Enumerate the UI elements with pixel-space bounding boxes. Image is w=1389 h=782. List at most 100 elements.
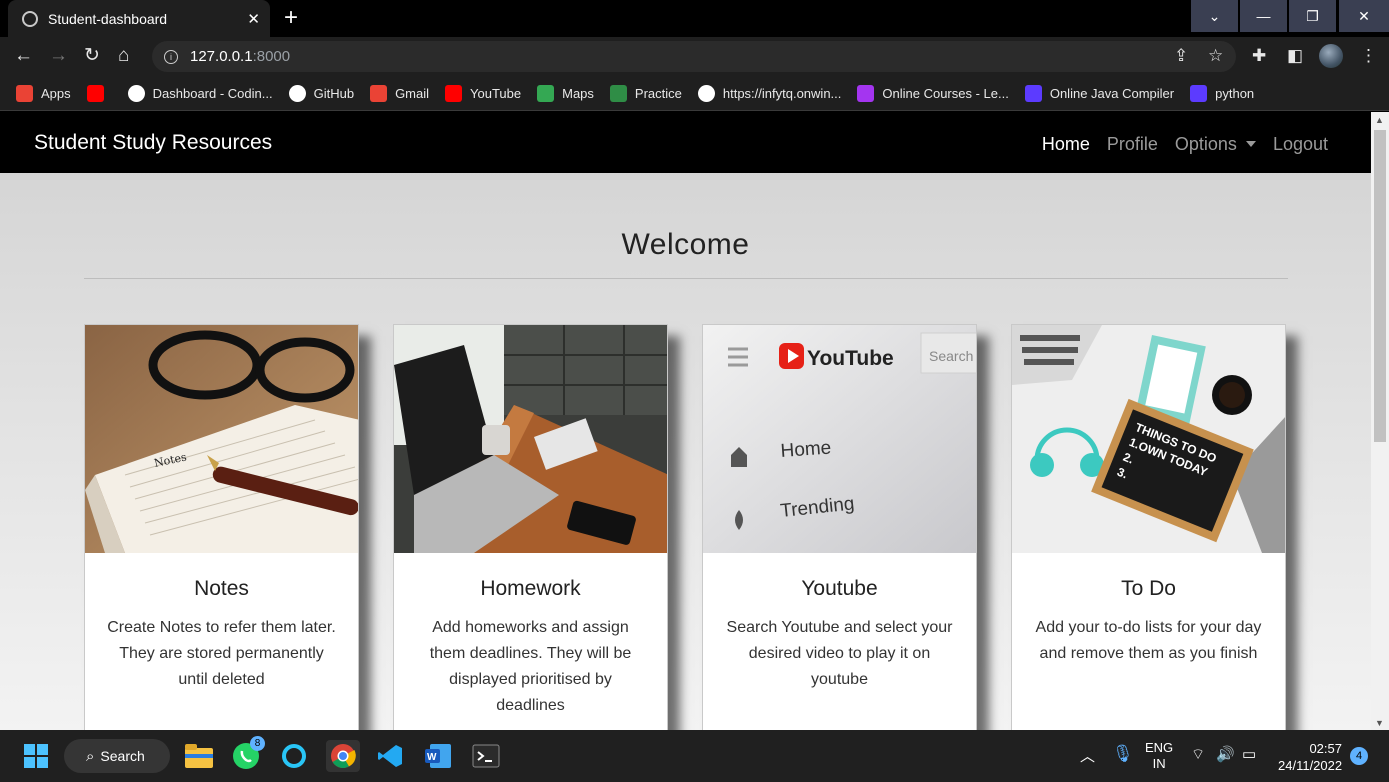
reload-icon[interactable]: ↻ (84, 45, 100, 67)
whatsapp-badge: 8 (250, 736, 265, 751)
bookmark-label: Online Courses - Le... (882, 85, 1009, 101)
bookmark-label: python (1215, 85, 1255, 101)
site-info-icon[interactable]: i (164, 49, 178, 64)
clock[interactable]: 02:57 24/11/2022 (1278, 740, 1342, 774)
language-indicator[interactable]: ENG IN (1145, 740, 1173, 772)
page-scrollbar[interactable]: ▲ ▼ (1371, 112, 1389, 730)
bookmark-item[interactable]: GitHub (288, 84, 354, 102)
card-todo[interactable]: THINGS TO DO 1.OWN TODAY 2. 3. To Do Add… (1011, 324, 1286, 730)
card-youtube[interactable]: YouTube Search Home Trending Youtube Sea… (702, 324, 977, 730)
url-host: 127.0.0.1 (190, 48, 253, 65)
homework-image (394, 325, 667, 553)
svg-text:YouTube: YouTube (807, 347, 894, 370)
card-text: Create Notes to refer them later. They a… (107, 619, 336, 688)
github-icon (288, 84, 306, 102)
cortana-icon[interactable] (278, 740, 310, 772)
gmail-icon (370, 84, 388, 102)
battery-icon[interactable]: ▭ (1242, 745, 1256, 763)
nav-profile-link[interactable]: Profile (1107, 134, 1158, 155)
card-title: Homework (480, 577, 581, 600)
browser-tab[interactable]: Student-dashboard ✕ (8, 0, 270, 37)
svg-text:Search: Search (929, 348, 973, 364)
youtube-icon (86, 84, 104, 102)
programiz-icon (1024, 84, 1042, 102)
volume-icon[interactable]: 🔊 (1216, 745, 1235, 763)
bookmark-item[interactable]: https://infytq.onwin... (697, 84, 842, 102)
scroll-down-icon[interactable]: ▼ (1375, 718, 1384, 728)
divider (84, 278, 1288, 279)
bookmark-item[interactable]: python (1190, 84, 1255, 102)
page-viewport: Student Study Resources Home Profile Opt… (0, 112, 1371, 730)
windows-taskbar: ⌕ Search 8 W ︿ 🎙 ENG IN ⌔ 🔊 ▭ 02:57 24/1… (0, 730, 1389, 782)
bookmark-star-icon[interactable]: ☆ (1208, 46, 1223, 66)
card-text: Add homeworks and assign them deadlines.… (429, 619, 632, 714)
card-homework[interactable]: Homework Add homeworks and assign them d… (393, 324, 668, 730)
time: 02:57 (1309, 741, 1342, 756)
tab-search-chevron-icon[interactable]: ⌄ (1191, 0, 1238, 32)
notification-badge[interactable]: 4 (1350, 747, 1368, 765)
bookmark-label: Gmail (395, 85, 430, 101)
svg-text:W: W (427, 752, 437, 763)
programiz-icon (1190, 84, 1208, 102)
site-brand[interactable]: Student Study Resources (34, 131, 272, 155)
bookmark-item[interactable] (86, 84, 112, 102)
chrome-icon[interactable] (326, 740, 360, 772)
taskbar-search[interactable]: ⌕ Search (64, 739, 170, 773)
minimize-button[interactable]: — (1240, 0, 1287, 32)
vscode-icon[interactable] (374, 740, 406, 772)
wifi-icon[interactable]: ⌔ (1191, 745, 1205, 764)
notes-image: Notes (85, 325, 358, 553)
restore-button[interactable]: ❐ (1289, 0, 1336, 32)
caret-down-icon (1245, 141, 1256, 147)
url-port: :8000 (252, 48, 291, 65)
card-title: Youtube (801, 577, 878, 600)
nav-options-dropdown[interactable]: Options (1175, 134, 1256, 155)
microphone-icon[interactable]: 🎙 (1112, 744, 1134, 764)
bookmark-item[interactable]: Apps (16, 84, 71, 102)
home-icon[interactable]: ⌂ (118, 45, 129, 67)
bookmark-label: https://infytq.onwin... (722, 85, 842, 101)
card-text: Search Youtube and select your desired v… (726, 619, 953, 688)
bookmark-label: Apps (41, 85, 71, 101)
profile-avatar[interactable] (1319, 44, 1343, 68)
forward-arrow-icon[interactable]: → (49, 45, 68, 67)
site-navbar: Student Study Resources Home Profile Opt… (0, 112, 1371, 173)
bookmark-item[interactable]: Dashboard - Codin... (127, 84, 273, 102)
browser-toolbar: ← → ↻ ⌂ i 127.0.0.1:8000 ⇪ ☆ ✚ ◧ ⋮ (0, 37, 1389, 76)
bookmark-item[interactable]: Maps (537, 84, 594, 102)
card-notes[interactable]: Notes Notes Create Notes to refer them l… (84, 324, 359, 730)
taskbar-search-label: Search (100, 748, 145, 764)
codingninjas-icon (127, 84, 145, 102)
whatsapp-icon[interactable]: 8 (230, 736, 265, 772)
bookmark-item[interactable]: Online Courses - Le... (857, 84, 1009, 102)
back-arrow-icon[interactable]: ← (14, 45, 33, 67)
bookmark-item[interactable]: Online Java Compiler (1024, 84, 1175, 102)
bookmark-item[interactable]: Practice (609, 84, 682, 102)
nav-home-link[interactable]: Home (1042, 134, 1090, 155)
extensions-puzzle-icon[interactable]: ✚ (1252, 46, 1266, 66)
card-text: Add your to-do lists for your day and re… (1035, 619, 1262, 662)
nav-logout-link[interactable]: Logout (1273, 134, 1328, 155)
bookmark-label: YouTube (470, 85, 522, 101)
menu-kebab-icon[interactable]: ⋮ (1360, 46, 1377, 66)
bookmark-item[interactable]: YouTube (445, 84, 522, 102)
tray-chevron-up-icon[interactable]: ︿ (1080, 745, 1095, 766)
share-icon[interactable]: ⇪ (1174, 46, 1188, 66)
language-label: ENG (1145, 740, 1174, 755)
bookmark-label: Online Java Compiler (1049, 85, 1175, 101)
terminal-icon[interactable] (470, 740, 502, 772)
file-explorer-icon[interactable] (183, 740, 215, 772)
tab-close-icon[interactable]: ✕ (247, 10, 260, 28)
side-panel-icon[interactable]: ◧ (1287, 46, 1303, 66)
close-window-button[interactable]: ✕ (1339, 0, 1389, 32)
word-icon[interactable]: W (422, 740, 454, 772)
new-tab-button[interactable]: + (284, 5, 298, 31)
youtube-icon (445, 84, 463, 102)
infytq-icon (697, 84, 715, 102)
bookmark-label: Dashboard - Codin... (152, 85, 273, 101)
scroll-up-icon[interactable]: ▲ (1375, 115, 1384, 125)
address-bar[interactable]: i 127.0.0.1:8000 (152, 41, 1236, 72)
bookmark-item[interactable]: Gmail (370, 84, 430, 102)
scrollbar-thumb[interactable] (1374, 130, 1386, 442)
windows-start-icon[interactable] (20, 740, 52, 772)
